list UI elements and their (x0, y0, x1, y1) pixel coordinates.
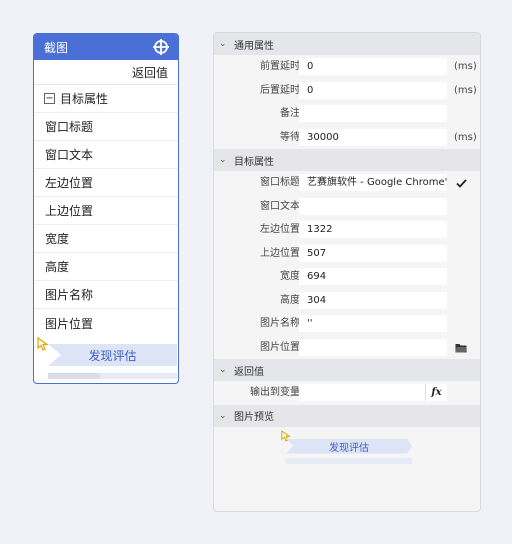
folder-icon[interactable] (454, 341, 468, 355)
prop-top: 上边位置 507 (214, 242, 480, 266)
prop-label: 高度 (280, 294, 300, 306)
prop-label: 图片名称 (260, 318, 300, 329)
note-input[interactable] (299, 105, 447, 122)
prop-width: 宽度 694 (214, 265, 480, 289)
prop-left: 左边位置 1322 (214, 218, 480, 242)
prop-image-path: 图片位置 (214, 336, 480, 360)
prop-wait: 等待 30000 (ms) (214, 126, 480, 150)
section-title: 图片预览 (234, 412, 274, 423)
crosshair-icon[interactable] (152, 38, 170, 56)
section-general-header[interactable]: ⌄ 通用属性 (214, 33, 480, 55)
prop-label: 备注 (280, 108, 300, 119)
prop-label: 输出到变量 (250, 387, 300, 398)
left-input[interactable]: 1322 (299, 221, 447, 238)
chevron-down-icon[interactable]: ⌄ (219, 411, 229, 421)
prop-pre-delay: 前置延时 0 (ms) (214, 55, 480, 79)
fx-icon[interactable]: fx (425, 384, 447, 401)
section-target-header[interactable]: ⌄ 目标属性 (214, 149, 480, 171)
prop-window-text: 窗口文本 (214, 195, 480, 219)
node-title: 截图 (44, 40, 69, 55)
height-input[interactable]: 304 (299, 291, 447, 309)
node-return-port[interactable]: 返回值 (34, 60, 178, 85)
node-row-window-text[interactable]: 窗口文本 (34, 141, 178, 169)
section-title: 目标属性 (234, 156, 274, 168)
chevron-down-icon[interactable]: ⌄ (219, 39, 229, 49)
node-row-width[interactable]: 宽度 (34, 225, 178, 253)
node-row-label: 图片名称 (45, 288, 94, 302)
prop-window-title: 窗口标题 艺赛旗软件 - Google Chrome' (214, 171, 480, 195)
prop-height: 高度 304 (214, 289, 480, 313)
prop-label: 后置延时 (260, 84, 300, 96)
cursor-icon (37, 336, 49, 354)
pre-delay-input[interactable]: 0 (299, 58, 447, 75)
preview-button: 发现评估 (286, 438, 412, 454)
checkmark-icon[interactable] (454, 176, 468, 190)
chevron-down-icon[interactable]: ⌄ (219, 155, 229, 165)
prop-post-delay: 后置延时 0 (ms) (214, 79, 480, 103)
node-row-window-title[interactable]: 窗口标题 (34, 113, 178, 141)
prop-image-name: 图片名称 '' (214, 312, 480, 336)
node-row-label: 图片位置 (45, 316, 94, 331)
chevron-down-icon[interactable]: ⌄ (219, 365, 229, 375)
prop-unit: (ms) (454, 131, 477, 143)
prop-output-variable: 输出到变量 fx (214, 381, 480, 405)
post-delay-input[interactable]: 0 (299, 81, 447, 99)
prop-unit: (ms) (454, 84, 477, 96)
screenshot-node[interactable]: 截图 返回值 − 目标属性 窗口标题 窗口文本 左边位置 上边位置 宽度 高度 … (33, 33, 179, 384)
window-title-input[interactable]: 艺赛旗软件 - Google Chrome' (299, 174, 447, 191)
node-row-image-path[interactable]: 图片位置 (34, 309, 178, 337)
prop-label: 左边位置 (260, 224, 300, 235)
node-row-label: 宽度 (45, 232, 70, 246)
prop-label: 上边位置 (260, 247, 300, 259)
window-text-input[interactable] (299, 197, 447, 215)
properties-panel: ⌄ 通用属性 前置延时 0 (ms) 后置延时 0 (ms) 备注 等待 300… (213, 32, 481, 512)
node-row-left[interactable]: 左边位置 (34, 169, 178, 197)
node-row-top[interactable]: 上边位置 (34, 197, 178, 225)
node-row-label: 高度 (45, 260, 70, 274)
node-row-image-name[interactable]: 图片名称 (34, 281, 178, 309)
node-row-label: 左边位置 (45, 176, 94, 190)
image-preview: 发现评估 (214, 427, 480, 512)
prop-label: 等待 (280, 131, 300, 143)
node-row-label: 窗口文本 (45, 148, 94, 162)
image-path-input[interactable] (299, 338, 447, 356)
node-preview-image: 发现评估 (34, 336, 178, 383)
node-header[interactable]: 截图 (34, 34, 178, 60)
node-row-label: 窗口标题 (45, 120, 94, 134)
node-row-label: 上边位置 (45, 204, 94, 218)
section-return-header[interactable]: ⌄ 返回值 (214, 359, 480, 381)
prop-unit: (ms) (454, 61, 477, 72)
image-name-input[interactable]: '' (299, 315, 447, 332)
prop-label: 图片位置 (260, 341, 300, 353)
prop-label: 窗口文本 (260, 200, 300, 212)
wait-input[interactable]: 30000 (299, 128, 447, 146)
node-preview-button: 发现评估 (48, 344, 177, 366)
node-row-height[interactable]: 高度 (34, 253, 178, 281)
preview-strip (286, 457, 412, 464)
prop-note: 备注 (214, 102, 480, 126)
width-input[interactable]: 694 (299, 268, 447, 285)
node-group-label: 目标属性 (60, 92, 109, 106)
minus-box-icon[interactable]: − (44, 93, 55, 104)
section-preview-header[interactable]: ⌄ 图片预览 (214, 404, 480, 427)
cursor-icon (281, 429, 291, 445)
section-title: 通用属性 (234, 40, 274, 52)
node-return-label: 返回值 (131, 65, 168, 80)
node-preview-label: 发现评估 (88, 348, 137, 363)
node-group-target[interactable]: − 目标属性 (34, 85, 178, 113)
preview-label: 发现评估 (329, 442, 369, 454)
prop-label: 前置延时 (260, 61, 300, 72)
top-input[interactable]: 507 (299, 244, 447, 262)
node-preview-strip-dark (48, 373, 100, 379)
prop-label: 宽度 (280, 271, 300, 282)
section-title: 返回值 (234, 366, 264, 378)
prop-label: 窗口标题 (260, 177, 300, 188)
